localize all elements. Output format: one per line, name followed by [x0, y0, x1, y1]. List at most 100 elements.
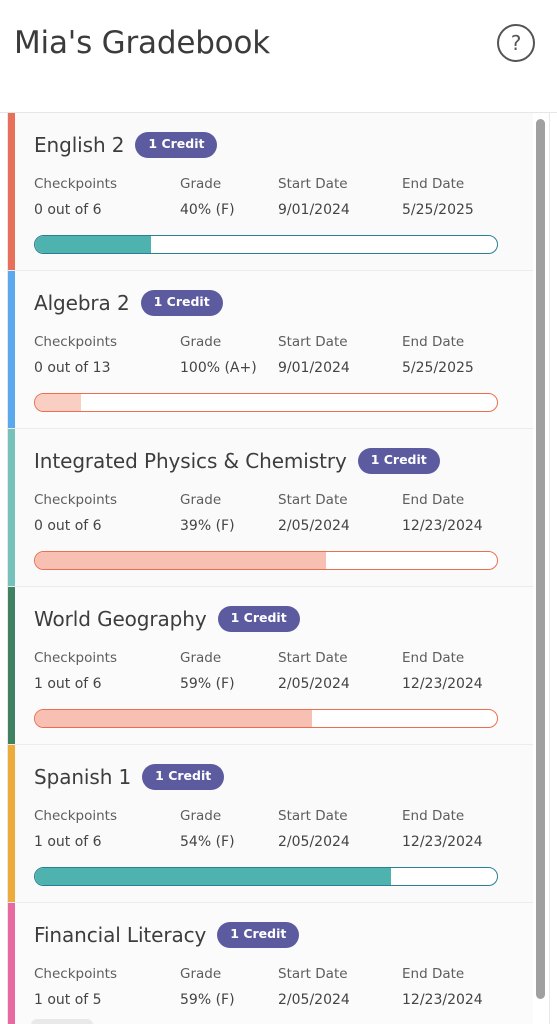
course-name: Spanish 1 — [34, 765, 132, 789]
credit-badge: 1 Credit — [217, 606, 300, 632]
course-end-date-value: 12/23/2024 — [402, 676, 483, 692]
course-card[interactable]: Spanish 1 1 Credit Checkpoints Grade Start D… — [8, 745, 549, 903]
course-progress-bar — [34, 235, 498, 254]
credit-badge: 1 Credit — [357, 448, 440, 474]
course-progress-bar — [34, 709, 498, 728]
course-progress-fill — [35, 710, 313, 727]
course-end-date-value: 12/23/2024 — [402, 992, 483, 1008]
column-header-checkpoints: Checkpoints — [34, 808, 117, 824]
course-checkpoints-value: 0 out of 6 — [34, 518, 102, 534]
column-header-start-date: Start Date — [278, 176, 348, 192]
course-end-date-value: 5/25/2025 — [402, 360, 474, 376]
course-start-date-value: 9/01/2024 — [278, 360, 350, 376]
course-end-date-value: 12/23/2024 — [402, 834, 483, 850]
course-grade-value: 100% (A+) — [180, 360, 257, 376]
column-header-end-date: End Date — [402, 492, 465, 508]
column-header-grade: Grade — [180, 334, 222, 350]
course-header: Spanish 1 1 Credit — [34, 759, 527, 795]
course-name: Integrated Physics & Chemistry — [34, 449, 347, 473]
column-header-checkpoints: Checkpoints — [34, 334, 117, 350]
course-name: Financial Literacy — [34, 923, 207, 947]
column-header-grade: Grade — [180, 808, 222, 824]
course-end-date-value: 5/25/2025 — [402, 202, 474, 218]
course-progress-bar — [34, 551, 498, 570]
course-grade-value: 59% (F) — [180, 992, 235, 1008]
course-checkpoints-value: 1 out of 5 — [34, 992, 102, 1008]
course-start-date-value: 2/05/2024 — [278, 834, 350, 850]
vertical-scrollbar[interactable] — [533, 113, 549, 1024]
course-start-date-value: 2/05/2024 — [278, 992, 350, 1008]
help-circle-icon[interactable]: ? — [497, 24, 535, 62]
course-header: World Geography 1 Credit — [34, 601, 527, 637]
course-accent-stripe — [8, 587, 15, 744]
course-stats-grid: Checkpoints Grade Start Date End Date 1 out … — [34, 650, 527, 692]
column-header-checkpoints: Checkpoints — [34, 176, 117, 192]
course-checkpoints-value: 1 out of 6 — [34, 676, 102, 692]
course-header: Financial Literacy 1 Credit — [34, 917, 527, 953]
column-header-end-date: End Date — [402, 966, 465, 982]
course-checkpoints-value: 0 out of 13 — [34, 360, 111, 376]
course-grade-value: 54% (F) — [180, 834, 235, 850]
page-title: Mia's Gradebook — [14, 25, 270, 61]
course-progress-bar — [34, 393, 498, 412]
course-header: English 2 1 Credit — [34, 127, 527, 163]
column-header-checkpoints: Checkpoints — [34, 966, 117, 982]
course-card[interactable]: English 2 1 Credit Checkpoints Grade Start D… — [8, 113, 549, 271]
course-grade-value: 39% (F) — [180, 518, 235, 534]
course-progress-fill — [35, 868, 391, 885]
course-progress-fill — [35, 394, 82, 411]
course-accent-stripe — [8, 903, 15, 1024]
course-card[interactable]: Financial Literacy 1 Credit Checkpoints Gra… — [8, 903, 549, 1024]
column-header-grade: Grade — [180, 650, 222, 666]
column-header-start-date: Start Date — [278, 966, 348, 982]
column-header-start-date: Start Date — [278, 650, 348, 666]
page-header: Mia's Gradebook ? — [0, 0, 557, 112]
column-header-start-date: Start Date — [278, 492, 348, 508]
course-stats-grid: Checkpoints Grade Start Date End Date 1 out … — [34, 808, 527, 850]
column-header-checkpoints: Checkpoints — [34, 650, 117, 666]
course-stats-grid: Checkpoints Grade Start Date End Date 0 out … — [34, 492, 527, 534]
column-header-grade: Grade — [180, 492, 222, 508]
course-end-date-value: 12/23/2024 — [402, 518, 483, 534]
course-start-date-value: 9/01/2024 — [278, 202, 350, 218]
course-checkpoints-value: 1 out of 6 — [34, 834, 102, 850]
course-stats-grid: Checkpoints Grade Start Date End Date 0 out … — [34, 176, 527, 218]
gradebook-app: Mia's Gradebook ? English 2 1 Credit Check… — [0, 0, 557, 1024]
course-stats-grid: Checkpoints Grade Start Date End Date 1 out … — [34, 966, 527, 1008]
course-card[interactable]: Integrated Physics & Chemistry 1 Credit Ch… — [8, 429, 549, 587]
credit-badge: 1 Credit — [217, 922, 300, 948]
column-header-end-date: End Date — [402, 808, 465, 824]
course-name: World Geography — [34, 607, 207, 631]
column-header-checkpoints: Checkpoints — [34, 492, 117, 508]
course-start-date-value: 2/05/2024 — [278, 518, 350, 534]
credit-badge: 1 Credit — [135, 132, 218, 158]
course-accent-stripe — [8, 113, 15, 270]
column-header-end-date: End Date — [402, 176, 465, 192]
column-header-start-date: Start Date — [278, 808, 348, 824]
course-card-list: English 2 1 Credit Checkpoints Grade Start D… — [8, 113, 549, 1024]
course-progress-bar — [34, 867, 498, 886]
scrollbar-thumb[interactable] — [536, 119, 545, 999]
course-header: Algebra 2 1 Credit — [34, 285, 527, 321]
course-start-date-value: 2/05/2024 — [278, 676, 350, 692]
course-accent-stripe — [8, 429, 15, 586]
course-name: Algebra 2 — [34, 291, 130, 315]
course-name: English 2 — [34, 133, 125, 157]
help-glyph: ? — [510, 31, 522, 55]
course-scroll-area[interactable]: English 2 1 Credit Checkpoints Grade Start D… — [7, 113, 550, 1024]
course-header: Integrated Physics & Chemistry 1 Credit — [34, 443, 527, 479]
column-header-end-date: End Date — [402, 650, 465, 666]
column-header-grade: Grade — [180, 966, 222, 982]
course-stats-grid: Checkpoints Grade Start Date End Date 0 out … — [34, 334, 527, 376]
course-progress-fill — [35, 236, 151, 253]
course-card[interactable]: Algebra 2 1 Credit Checkpoints Grade Start D… — [8, 271, 549, 429]
course-card[interactable]: World Geography 1 Credit Checkpoints Grade S… — [8, 587, 549, 745]
course-grade-value: 59% (F) — [180, 676, 235, 692]
credit-badge: 1 Credit — [142, 764, 225, 790]
column-header-start-date: Start Date — [278, 334, 348, 350]
column-header-end-date: End Date — [402, 334, 465, 350]
course-grade-value: 40% (F) — [180, 202, 235, 218]
course-scroll-wrapper: English 2 1 Credit Checkpoints Grade Start D… — [0, 112, 557, 1024]
credit-badge: 1 Credit — [140, 290, 223, 316]
course-accent-stripe — [8, 745, 15, 902]
